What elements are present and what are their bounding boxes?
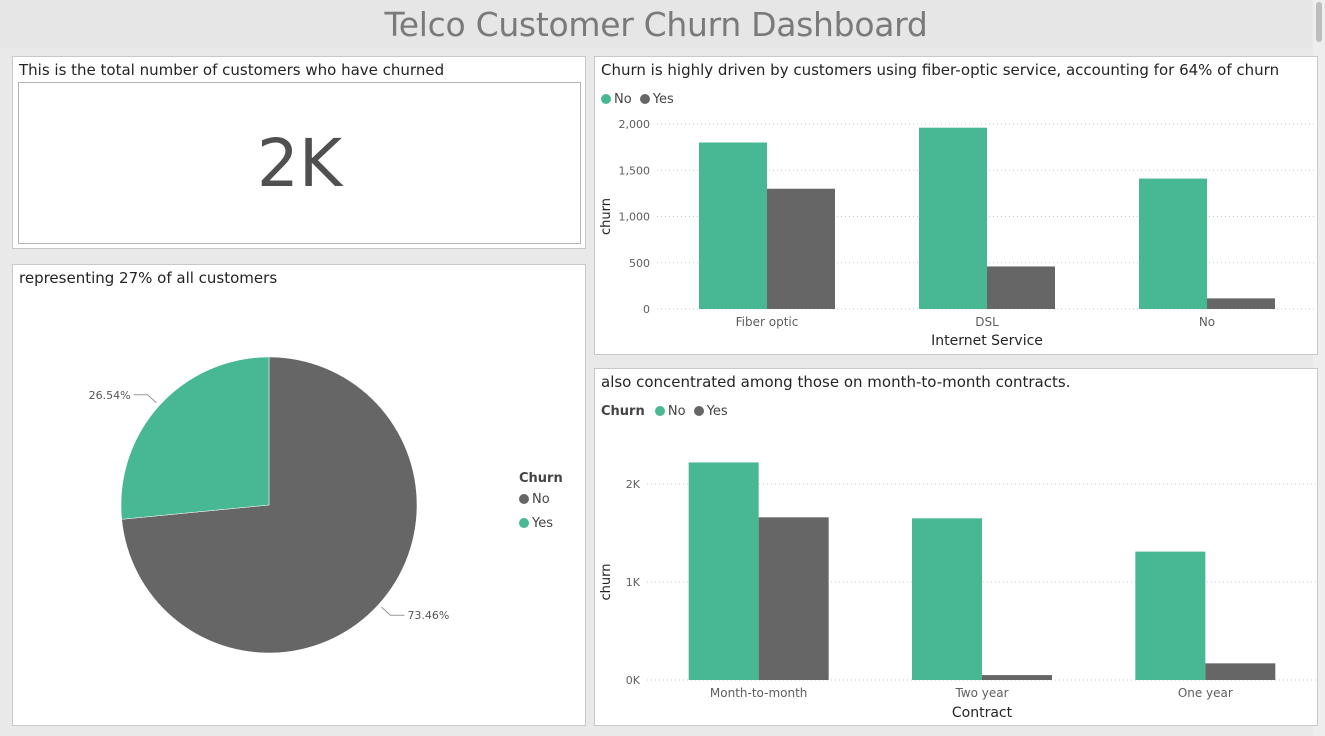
bar2-x-tick-label: Two year xyxy=(954,686,1008,700)
bar2-bar-two-year-no[interactable] xyxy=(912,518,982,680)
bar1-bar-dsl-yes[interactable] xyxy=(987,266,1055,309)
kpi-value: 2K xyxy=(256,125,343,202)
bar2-y-tick-label: 0K xyxy=(626,674,641,687)
legend-swatch-yes xyxy=(519,518,529,528)
internet-service-chart-card[interactable]: Churn is highly driven by customers usin… xyxy=(594,56,1318,355)
bar2-x-axis-title: Contract xyxy=(952,705,1013,721)
bar1-bar-dsl-no[interactable] xyxy=(919,127,987,309)
bar1-x-tick-label: DSL xyxy=(975,315,999,329)
pie-chart-card[interactable]: representing 27% of all customers 73.46%… xyxy=(12,264,586,726)
bar2-x-tick-label: Month-to-month xyxy=(710,686,808,700)
pie-leader-line-no xyxy=(381,606,405,616)
bar1-y-tick-label: 2,000 xyxy=(619,118,651,131)
bar2-bar-month-to-month-yes[interactable] xyxy=(758,517,829,680)
bar1-bar-no-yes[interactable] xyxy=(1207,298,1275,309)
contract-chart-card[interactable]: also concentrated among those on month-t… xyxy=(594,368,1318,726)
bar2-bar-two-year-yes[interactable] xyxy=(982,675,1052,680)
kpi-card[interactable]: This is the total number of customers wh… xyxy=(12,56,586,249)
bar1-bar-fiber-optic-no[interactable] xyxy=(699,142,767,310)
pie-legend-title: Churn xyxy=(519,471,563,486)
kpi-value-box: 2K xyxy=(18,82,581,244)
pie-slice-yes[interactable] xyxy=(120,356,270,520)
bar2-x-tick-label: One year xyxy=(1178,686,1233,700)
bar2-bar-one-year-yes[interactable] xyxy=(1205,663,1276,680)
pie-legend-label-yes: Yes xyxy=(532,516,553,531)
internet-service-bar-chart[interactable]: 0 500 1,000 1,500 2,000 churn Fiber optic DSL No… xyxy=(595,57,1317,354)
pie-legend-label-no: No xyxy=(532,492,550,507)
bar2-bar-month-to-month-no[interactable] xyxy=(688,462,759,680)
pie-legend-item-no[interactable]: No xyxy=(519,492,563,507)
legend-swatch-no xyxy=(519,494,529,504)
bar1-x-tick-label: No xyxy=(1199,315,1215,329)
scrollbar-thumb[interactable] xyxy=(1316,2,1322,42)
pie-data-label-yes: 26.54% xyxy=(89,389,131,402)
pie-card-title: representing 27% of all customers xyxy=(19,269,278,287)
dashboard-title-bar: Telco Customer Churn Dashboard xyxy=(0,0,1312,48)
bar1-y-axis-title: churn xyxy=(599,198,614,235)
bar1-bar-no-no[interactable] xyxy=(1139,178,1207,309)
bar2-bar-one-year-no[interactable] xyxy=(1135,551,1206,680)
bar1-bar-fiber-optic-yes[interactable] xyxy=(767,188,835,309)
bar1-y-tick-label: 1,000 xyxy=(619,211,651,224)
dashboard-title: Telco Customer Churn Dashboard xyxy=(384,5,928,44)
pie-chart[interactable]: 73.46% 26.54% xyxy=(13,295,585,725)
kpi-card-title: This is the total number of customers wh… xyxy=(19,61,445,79)
bar1-y-tick-label: 1,500 xyxy=(619,164,651,177)
pie-leader-line-yes xyxy=(133,394,157,404)
pie-legend: Churn No Yes xyxy=(519,471,563,531)
contract-bar-chart[interactable]: 0K 1K 2K churn Month-to-month Two year One yea… xyxy=(595,369,1317,725)
bar2-y-tick-label: 2K xyxy=(626,478,641,491)
bar2-y-axis-title: churn xyxy=(599,564,614,601)
bar1-x-axis-title: Internet Service xyxy=(931,333,1043,349)
bar1-y-tick-label: 500 xyxy=(629,257,650,270)
bar2-y-tick-label: 1K xyxy=(626,576,641,589)
bar1-x-tick-label: Fiber optic xyxy=(736,315,799,329)
pie-data-label-no: 73.46% xyxy=(407,609,449,622)
bar1-y-tick-label: 0 xyxy=(643,303,650,316)
pie-legend-item-yes[interactable]: Yes xyxy=(519,516,563,531)
